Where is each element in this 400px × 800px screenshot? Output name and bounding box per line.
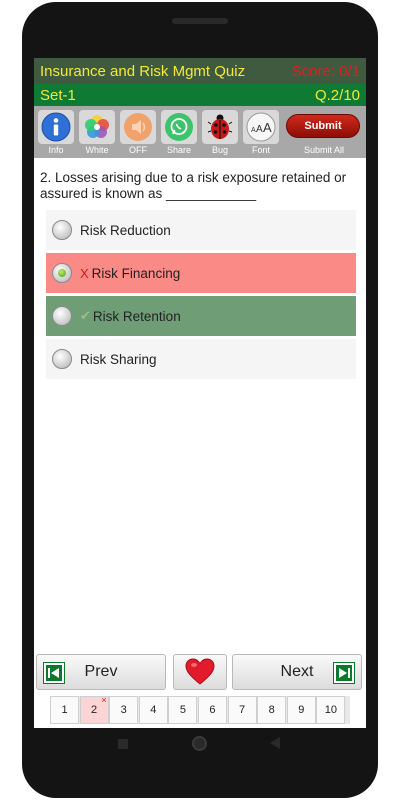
- heart-icon: [185, 658, 215, 685]
- system-navigation: [0, 728, 400, 760]
- option-label: Risk Sharing: [80, 351, 157, 367]
- option-risk-sharing[interactable]: Risk Sharing: [46, 339, 356, 379]
- page-2[interactable]: 2 ×: [79, 695, 109, 724]
- recents-icon[interactable]: [118, 739, 128, 749]
- svg-text:A: A: [263, 120, 272, 135]
- back-icon[interactable]: [270, 737, 280, 749]
- radio-icon[interactable]: [52, 220, 72, 240]
- color-wheel-icon: [85, 115, 109, 138]
- submit-all-label: Submit All: [303, 145, 345, 155]
- ladybug-icon: [207, 114, 233, 139]
- next-label: Next: [280, 663, 314, 680]
- option-label: Risk Reduction: [80, 222, 171, 238]
- prev-button[interactable]: Prev: [36, 654, 166, 690]
- whatsapp-icon: [165, 113, 193, 141]
- wrong-mark-icon: X: [80, 265, 89, 281]
- bug-button[interactable]: Bug: [200, 108, 240, 156]
- option-risk-financing[interactable]: X Risk Financing: [46, 253, 356, 293]
- page-10[interactable]: 10: [316, 696, 346, 724]
- page-3[interactable]: 3: [109, 696, 139, 724]
- option-label: Risk Retention: [92, 308, 181, 324]
- option-label: Risk Financing: [91, 265, 181, 281]
- check-mark-icon: ✔: [80, 308, 91, 323]
- page-selector: 1 2 × 3 4 5 6 7 8 9 10: [50, 695, 350, 724]
- page-4[interactable]: 4: [138, 696, 168, 724]
- theme-button[interactable]: White: [77, 108, 117, 156]
- page-1[interactable]: 1: [50, 696, 79, 724]
- page-9[interactable]: 9: [286, 696, 316, 724]
- speaker-icon: [124, 113, 152, 141]
- font-label: Font: [251, 145, 270, 155]
- radio-selected-icon[interactable]: [52, 263, 72, 283]
- home-icon[interactable]: [192, 736, 207, 751]
- prev-label: Prev: [84, 663, 118, 680]
- app-screen: Insurance and Risk Mgmt Quiz Score: 0/1 …: [34, 58, 366, 728]
- options-list: Risk Reduction X Risk Financing ✔ Risk R…: [46, 210, 356, 382]
- font-size-icon: A A A: [246, 112, 276, 142]
- next-button[interactable]: Next: [232, 654, 362, 690]
- share-label: Share: [166, 145, 192, 155]
- submit-button[interactable]: Submit: [286, 114, 360, 138]
- font-button[interactable]: A A A Font: [241, 108, 281, 156]
- bug-label: Bug: [211, 145, 228, 155]
- last-arrow-icon: [333, 662, 355, 684]
- navigation-bar: Prev Next: [36, 652, 364, 692]
- first-arrow-icon: [43, 662, 65, 684]
- option-risk-reduction[interactable]: Risk Reduction: [46, 210, 356, 250]
- set-label: Set-1: [40, 86, 76, 104]
- page-6[interactable]: 6: [197, 696, 227, 724]
- question-text: 2. Losses arising due to a risk exposure…: [40, 170, 347, 201]
- option-risk-retention[interactable]: ✔ Risk Retention: [46, 296, 356, 336]
- app-title: Insurance and Risk Mgmt Quiz: [40, 62, 246, 80]
- sound-label: OFF: [129, 145, 147, 155]
- submit-tool: Submit Submit All: [284, 108, 364, 156]
- svg-text:A: A: [256, 124, 263, 135]
- page-8[interactable]: 8: [257, 696, 287, 724]
- info-label: Info: [48, 145, 64, 155]
- theme-label: White: [85, 145, 109, 155]
- page-7[interactable]: 7: [227, 696, 257, 724]
- set-bar: Set-1 Q.2/10: [34, 84, 366, 106]
- toolbar: Info White OFF Share Bug A A A Font Subm…: [34, 106, 366, 158]
- radio-icon[interactable]: [52, 306, 72, 326]
- favorite-button[interactable]: [173, 654, 227, 690]
- radio-icon[interactable]: [52, 349, 72, 369]
- wrong-mark-icon: ×: [101, 695, 107, 705]
- info-button[interactable]: Info: [36, 108, 76, 156]
- sound-button[interactable]: OFF: [118, 108, 158, 156]
- page-5[interactable]: 5: [168, 696, 198, 724]
- title-bar: Insurance and Risk Mgmt Quiz Score: 0/1: [34, 58, 366, 84]
- speaker-slot: [172, 18, 228, 24]
- question-number: Q.2/10: [314, 86, 360, 104]
- share-button[interactable]: Share: [159, 108, 199, 156]
- score-label: Score: 0/1: [291, 62, 360, 80]
- info-icon: [41, 112, 71, 142]
